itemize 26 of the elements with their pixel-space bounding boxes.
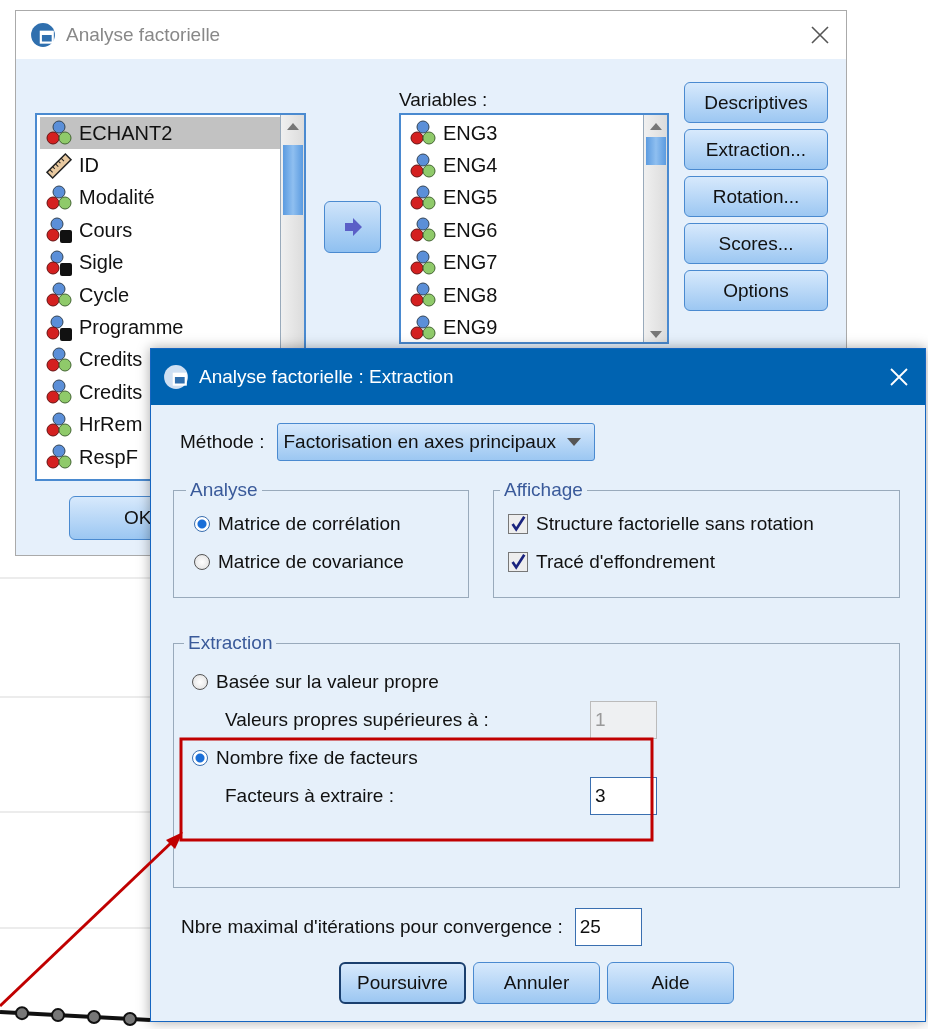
variable-name: Cycle	[79, 283, 129, 307]
group-title: Extraction	[187, 632, 274, 654]
variable-name: ENG7	[443, 251, 498, 275]
variables-label: Variables :	[399, 91, 489, 109]
variable-name: ID	[79, 154, 99, 178]
variable-name: ENG4	[443, 154, 498, 178]
variable-name: HrRem	[79, 413, 143, 437]
variable-name: ENG3	[443, 121, 498, 145]
variable-name: ECHANT2	[79, 121, 173, 145]
variable-name: Credits	[79, 380, 143, 404]
variable-name: Cours	[79, 218, 133, 242]
field-label: Facteurs à extraire :	[225, 785, 394, 807]
variable-name: ENG9	[443, 316, 498, 340]
variable-name: ENG6	[443, 218, 498, 242]
window-title: Analyse factorielle	[66, 24, 222, 46]
variable-name: Credits	[79, 348, 143, 372]
variable-name: Modalité	[79, 186, 155, 210]
variable-name: RespF	[79, 445, 138, 469]
variable-name: ENG8	[443, 283, 498, 307]
group-title: Affichage	[503, 479, 584, 501]
variable-name: Sigle	[79, 251, 124, 275]
iterations-label: Nbre maximal d'itérations pour convergence :	[181, 916, 563, 938]
field-label: Valeurs propres supérieures à :	[225, 709, 489, 731]
method-label: Méthode :	[180, 431, 265, 453]
variable-name: ENG5	[443, 186, 498, 210]
variable-name: Programme	[79, 316, 184, 340]
